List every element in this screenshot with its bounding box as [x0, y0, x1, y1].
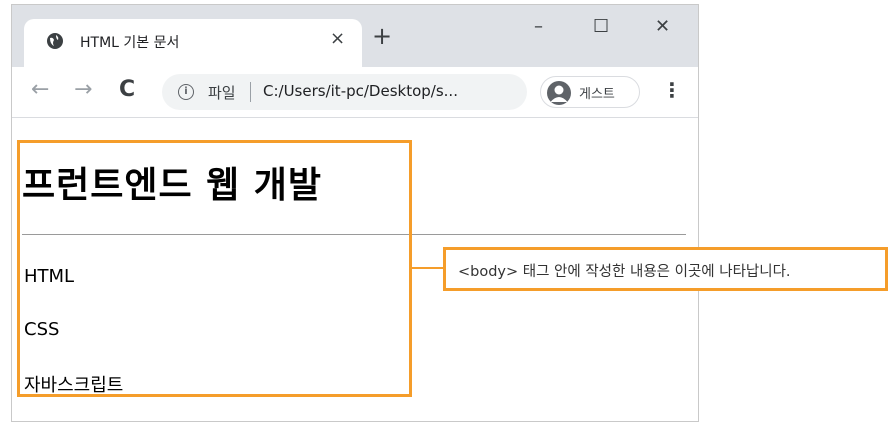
browser-toolbar: ← → C i 파일 C:/Users/it-pc/Desktop/s... 게… — [12, 67, 698, 118]
new-tab-button[interactable]: + — [372, 24, 392, 48]
menu-icon[interactable]: ⋮ — [662, 78, 682, 102]
tab-title: HTML 기본 문서 — [80, 35, 180, 51]
url-text[interactable]: C:/Users/it-pc/Desktop/s... — [263, 82, 458, 100]
profile-button[interactable]: 게스트 — [540, 76, 640, 108]
globe-icon — [47, 33, 63, 49]
maximize-button[interactable]: ☐ — [593, 17, 609, 37]
annotation-callout: <body> 태그 안에 작성한 내용은 이곳에 나타납니다. — [443, 247, 888, 291]
profile-label: 게스트 — [579, 87, 615, 102]
browser-tab[interactable]: HTML 기본 문서 × — [24, 19, 362, 67]
callout-text: <body> 태그 안에 작성한 내용은 이곳에 나타납니다. — [458, 264, 791, 280]
minimize-button[interactable]: – — [534, 17, 543, 37]
address-divider — [250, 82, 251, 102]
tab-close-icon[interactable]: × — [330, 28, 345, 49]
address-bar[interactable]: i 파일 C:/Users/it-pc/Desktop/s... — [162, 74, 527, 110]
tab-strip: HTML 기본 문서 × + – ☐ ✕ — [12, 5, 698, 67]
back-button[interactable]: ← — [31, 78, 49, 102]
close-window-button[interactable]: ✕ — [655, 17, 670, 37]
scheme-label: 파일 — [208, 84, 236, 102]
callout-connector — [412, 267, 443, 269]
body-highlight-box — [17, 140, 412, 397]
forward-button[interactable]: → — [74, 78, 92, 102]
reload-button[interactable]: C — [119, 78, 135, 102]
avatar-icon — [547, 81, 571, 105]
info-icon[interactable]: i — [178, 84, 194, 100]
